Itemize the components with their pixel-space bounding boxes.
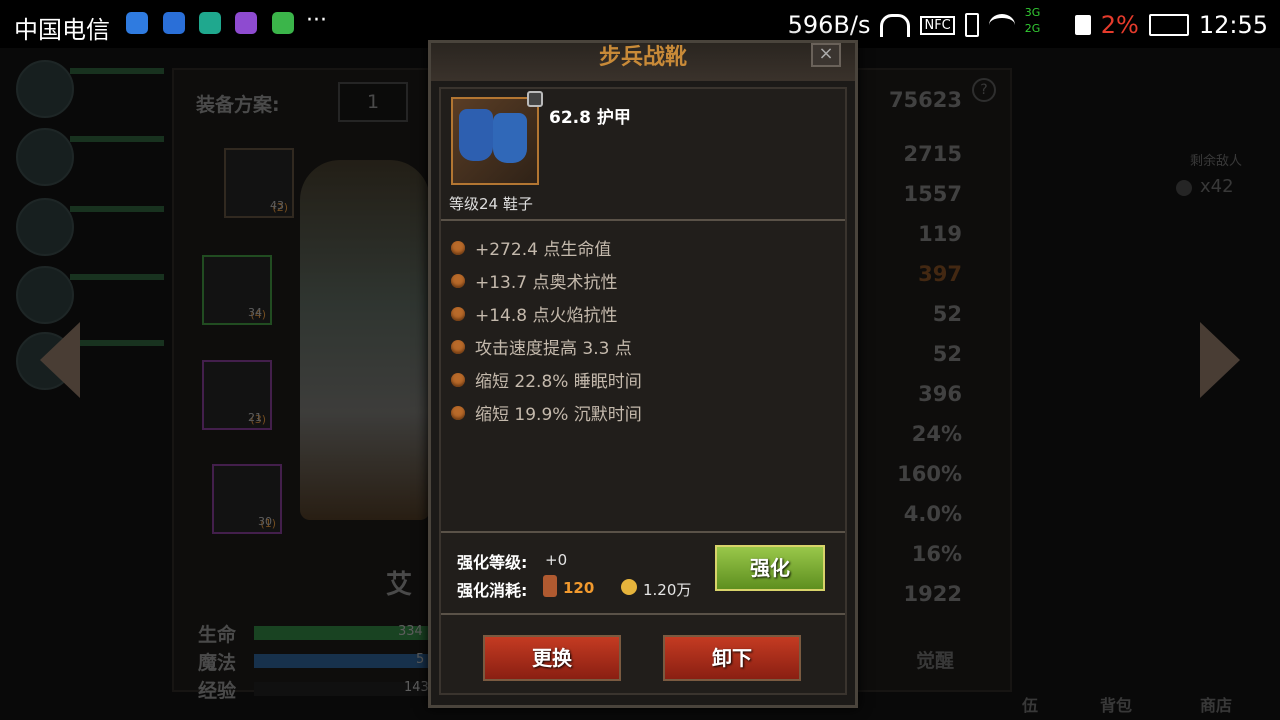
item-level-type: 等级24 鞋子	[449, 195, 533, 213]
vibrate-icon	[964, 13, 979, 37]
ore-cost: 120	[563, 579, 595, 597]
bullet-icon	[451, 306, 465, 321]
headphones-icon	[880, 13, 911, 37]
popup-title: 步兵战靴	[598, 45, 687, 70]
divider	[441, 613, 845, 615]
network-speed: 596B/s	[787, 11, 871, 39]
unequip-button[interactable]: 卸下	[663, 635, 801, 681]
divider	[441, 219, 845, 221]
boot-left	[459, 109, 493, 161]
enhance-button[interactable]: 强化	[715, 545, 825, 591]
enhance-level-value: +0	[545, 551, 568, 569]
security-app-icon	[199, 12, 221, 34]
replace-button[interactable]: 更换	[483, 635, 621, 681]
app-k-icon	[126, 12, 148, 34]
sim-icon	[1074, 15, 1091, 35]
boots-icon	[451, 97, 539, 185]
item-stat: 攻击速度提高 3.3 点	[451, 334, 632, 359]
cellular-signal: 3G 2G	[1024, 6, 1041, 35]
gold-coin-icon	[621, 579, 637, 595]
item-detail-popup: 步兵战靴 × 62.8 护甲 等级24 鞋子 +272.4 点生命值 +13.7…	[428, 40, 858, 708]
clock: 12:55	[1198, 11, 1268, 39]
item-stat: 缩短 22.8% 睡眠时间	[451, 367, 642, 392]
wifi-icon	[988, 14, 1015, 36]
enhance-cost-label: 强化消耗:	[457, 581, 528, 600]
item-stat: +272.4 点生命值	[451, 235, 611, 260]
close-icon[interactable]: ×	[811, 43, 841, 67]
bullet-icon	[451, 273, 465, 288]
gallery-app-icon	[235, 12, 257, 34]
bullet-icon	[451, 240, 465, 255]
boot-right	[493, 113, 527, 163]
carrier-name: 中国电信	[14, 16, 110, 44]
divider	[441, 531, 845, 533]
battery-percent: 2%	[1100, 11, 1139, 39]
gold-cost: 1.20万	[643, 581, 692, 599]
battery-icon	[1148, 14, 1189, 36]
bullet-icon	[451, 405, 465, 420]
shield-app-icon	[163, 12, 185, 34]
enhance-level-label: 强化等级:	[457, 553, 528, 572]
bullet-icon	[451, 372, 465, 387]
item-detail-body: 62.8 护甲 等级24 鞋子 +272.4 点生命值 +13.7 点奥术抗性 …	[439, 87, 847, 695]
item-stat: +13.7 点奥术抗性	[451, 268, 618, 293]
bullet-icon	[451, 339, 465, 354]
lock-icon[interactable]	[527, 91, 543, 107]
armor-value: 62.8 护甲	[549, 108, 631, 128]
play-store-icon	[272, 12, 294, 34]
popup-title-bar: 步兵战靴	[431, 43, 855, 81]
nfc-icon: NFC	[920, 15, 955, 35]
ore-icon	[543, 575, 557, 597]
item-stat: 缩短 19.9% 沉默时间	[451, 400, 642, 425]
more-notifications: ···	[306, 8, 327, 33]
item-stat: +14.8 点火焰抗性	[451, 301, 618, 326]
